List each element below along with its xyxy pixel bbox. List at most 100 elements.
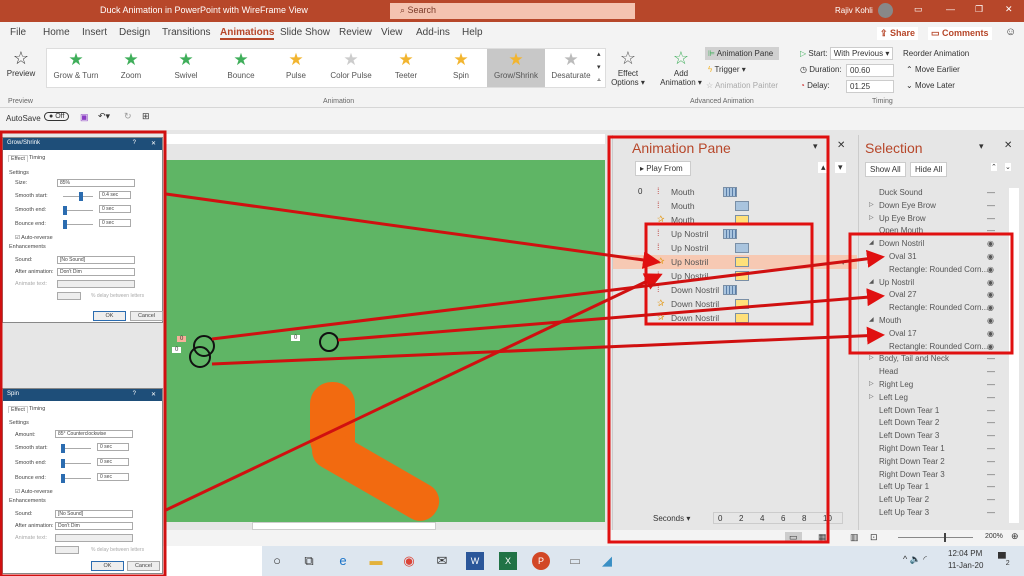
hidden-icon[interactable]: — xyxy=(987,495,995,504)
selection-item[interactable]: ▷ Body, Tail and Neck — xyxy=(859,354,999,367)
effect-grow-turn[interactable]: ★ Grow & Turn xyxy=(47,49,105,87)
selection-item[interactable]: ▷ Down Eye Brow — xyxy=(859,201,999,214)
slide-sorter-icon[interactable]: ▦ xyxy=(818,532,827,543)
timing-bar[interactable] xyxy=(735,299,749,309)
animate-text-select[interactable] xyxy=(57,280,135,288)
hidden-icon[interactable]: — xyxy=(987,482,995,491)
tab-slide-show[interactable]: Slide Show xyxy=(280,27,330,38)
move-down-button[interactable]: ▾ xyxy=(835,162,846,173)
tab-help[interactable]: Help xyxy=(462,27,483,38)
auto-reverse-checkbox[interactable]: ☑ Auto-reverse xyxy=(15,489,53,495)
expand-icon[interactable]: ▷ xyxy=(869,214,874,221)
animation-item[interactable]: ⁞ Up Nostril xyxy=(613,269,857,283)
selection-item[interactable]: Left Up Tear 3 — xyxy=(859,508,999,521)
close-icon[interactable]: ✕ xyxy=(151,391,156,398)
timing-bar[interactable] xyxy=(735,243,749,253)
save-icon[interactable]: ▣ xyxy=(80,112,89,123)
pane-menu-icon[interactable]: ▾ xyxy=(979,141,984,152)
eye-icon[interactable]: ◉ xyxy=(987,342,994,351)
move-earlier-button[interactable]: ⌃ Move Earlier xyxy=(906,65,960,74)
selection-item[interactable]: ◢ Mouth ◉ xyxy=(859,316,999,329)
sound-select[interactable]: [No Sound] xyxy=(57,256,135,264)
zoom-level[interactable]: 200% xyxy=(985,533,1003,540)
normal-view-icon[interactable]: ▭ xyxy=(785,532,802,543)
notifications-icon[interactable]: ▀2 xyxy=(998,553,1010,567)
selection-item[interactable]: Right Down Tear 3 — xyxy=(859,470,999,483)
smooth-end-input[interactable]: 0 sec xyxy=(97,458,129,466)
eye-icon[interactable]: ◉ xyxy=(987,290,994,299)
hidden-icon[interactable]: — xyxy=(987,367,995,376)
smooth-start-slider[interactable] xyxy=(63,192,93,201)
selection-item[interactable]: Open Mouth — xyxy=(859,226,999,239)
timing-bar[interactable] xyxy=(735,313,749,323)
selection-item[interactable]: Rectangle: Rounded Corn... ◉ xyxy=(859,342,999,355)
tab-view[interactable]: View xyxy=(381,27,403,38)
cortana-icon[interactable]: ○ xyxy=(268,552,286,570)
hidden-icon[interactable]: — xyxy=(987,380,995,389)
expand-icon[interactable]: ▷ xyxy=(869,393,874,400)
ok-button[interactable]: OK xyxy=(93,311,126,321)
animation-item[interactable]: ✰ Up Nostril ▾ xyxy=(613,255,857,269)
expand-icon[interactable]: ▷ xyxy=(869,354,874,361)
animation-item[interactable]: ✰ Down Nostril xyxy=(613,297,857,311)
hidden-icon[interactable]: — xyxy=(987,393,995,402)
delay-input[interactable]: 01.25 xyxy=(846,80,894,93)
selection-item[interactable]: Left Up Tear 2 — xyxy=(859,495,999,508)
smooth-start-input[interactable]: 0.4 sec xyxy=(99,191,131,199)
animation-item[interactable]: ✰ Mouth xyxy=(613,213,857,227)
tab-file[interactable]: File xyxy=(10,27,26,38)
smooth-start-input[interactable]: 0 sec xyxy=(97,443,129,451)
preview-button[interactable]: ☆ Preview xyxy=(4,48,38,78)
move-later-button[interactable]: ⌄ Move Later xyxy=(906,81,955,90)
effect-desaturate[interactable]: ★ Desaturate xyxy=(542,49,600,87)
eye-icon[interactable]: ◉ xyxy=(987,252,994,261)
pane-close-icon[interactable]: ✕ xyxy=(1004,140,1012,151)
item-menu-icon[interactable]: ▾ xyxy=(841,257,845,268)
hidden-icon[interactable]: — xyxy=(987,406,995,415)
tab-review[interactable]: Review xyxy=(339,27,372,38)
restore-button[interactable]: ❐ xyxy=(975,4,983,15)
expand-icon[interactable]: ◢ xyxy=(869,316,874,323)
animation-item[interactable]: ⁞ Up Nostril xyxy=(613,227,857,241)
animation-item[interactable]: ✰ Down Nostril xyxy=(613,311,857,325)
animation-item[interactable]: ⁞ Up Nostril xyxy=(613,241,857,255)
hidden-icon[interactable]: — xyxy=(987,418,995,427)
slideshow-icon[interactable]: ⊡ xyxy=(870,532,878,543)
show-all-button[interactable]: Show All xyxy=(865,162,906,177)
close-icon[interactable]: ✕ xyxy=(151,140,156,147)
selection-item[interactable]: ◢ Up Nostril ◉ xyxy=(859,278,999,291)
effect-zoom[interactable]: ★ Zoom xyxy=(102,49,160,87)
after-animation-select[interactable]: Don't Dim xyxy=(55,522,133,530)
eye-icon[interactable]: ◉ xyxy=(987,329,994,338)
animate-text-select[interactable] xyxy=(55,534,133,542)
tab-effect[interactable]: Effect xyxy=(8,406,28,413)
vertical-scrollbar[interactable] xyxy=(1009,188,1019,523)
redo-icon[interactable]: ↻ xyxy=(124,111,132,122)
selection-item[interactable]: Oval 31 ◉ xyxy=(859,252,999,265)
selection-item[interactable]: Rectangle: Rounded Corn... ◉ xyxy=(859,303,999,316)
seconds-dropdown[interactable]: Seconds ▾ xyxy=(653,514,690,523)
trigger-button[interactable]: ϟ Trigger ▾ xyxy=(708,65,746,74)
selection-item[interactable]: Left Down Tear 1 — xyxy=(859,406,999,419)
timing-bar[interactable] xyxy=(735,271,749,281)
size-select[interactable]: 85% xyxy=(57,179,135,187)
duration-input[interactable]: 00.60 xyxy=(846,64,894,77)
bring-forward-button[interactable]: ⌃ xyxy=(991,163,997,171)
expand-icon[interactable]: ▷ xyxy=(869,380,874,387)
selection-item[interactable]: Right Down Tear 1 — xyxy=(859,444,999,457)
expand-icon[interactable]: ◢ xyxy=(869,278,874,285)
file-explorer-icon[interactable]: ▬ xyxy=(367,552,385,570)
tab-add-ins[interactable]: Add-ins xyxy=(416,27,450,38)
horizontal-scrollbar[interactable] xyxy=(252,522,436,530)
bounce-end-input[interactable]: 0 sec xyxy=(99,219,131,227)
mail-icon[interactable]: ✉ xyxy=(433,552,451,570)
effect-grow-shrink[interactable]: ★ Grow/Shrink xyxy=(487,49,545,87)
bounce-end-slider[interactable] xyxy=(61,474,91,483)
start-select[interactable]: With Previous ▾ xyxy=(829,47,894,60)
ribbon-display-icon[interactable]: ▭ xyxy=(914,4,923,15)
timing-bar[interactable] xyxy=(735,257,749,267)
task-view-icon[interactable]: ⧉ xyxy=(300,552,318,570)
tab-animations[interactable]: Animations xyxy=(220,27,275,40)
avatar[interactable] xyxy=(878,3,893,18)
present-icon[interactable]: ⊞ xyxy=(142,111,150,122)
